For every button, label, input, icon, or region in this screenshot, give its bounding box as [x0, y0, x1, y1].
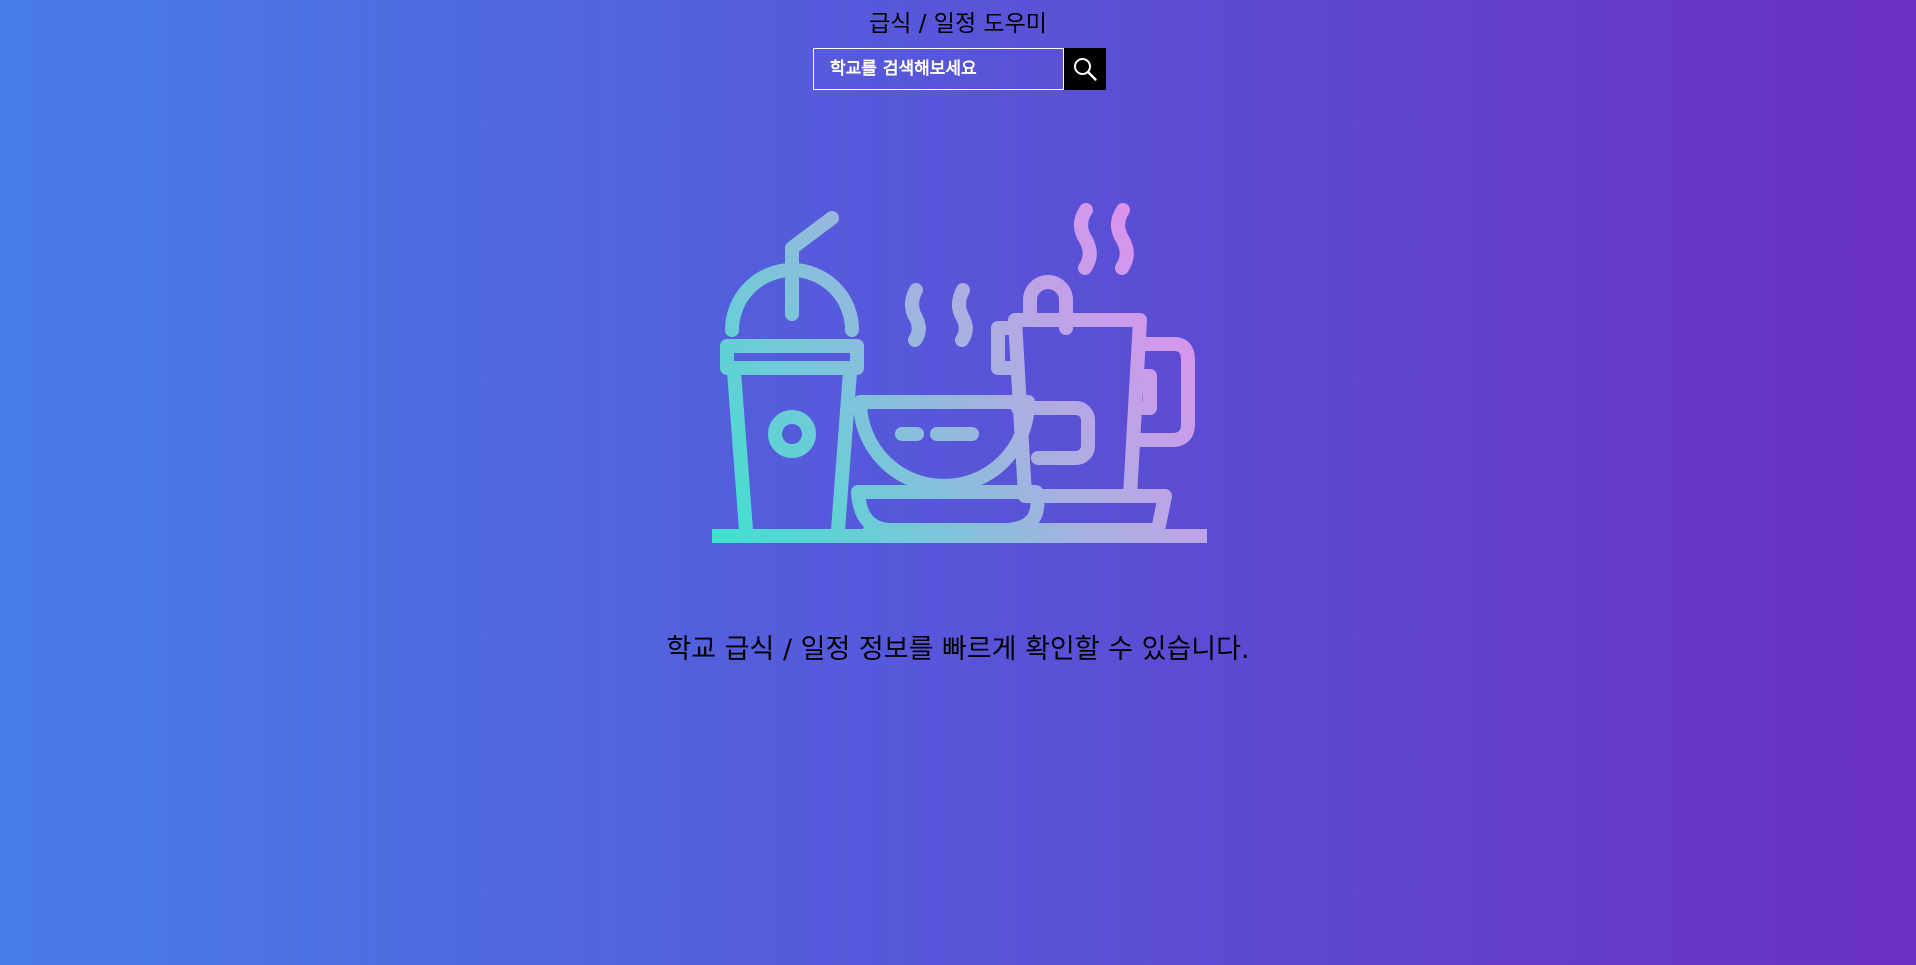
- food-and-drinks-illustration: [710, 200, 1210, 550]
- app-title: 급식 / 일정 도우미: [869, 11, 1047, 37]
- school-search-input[interactable]: [813, 48, 1064, 90]
- service-description: 학교 급식 / 일정 정보를 빠르게 확인할 수 있습니다.: [666, 634, 1250, 665]
- search-button[interactable]: [1064, 48, 1106, 90]
- food-and-drinks-icon: [712, 203, 1207, 543]
- school-search-bar: [813, 48, 1106, 90]
- search-icon: [1072, 56, 1098, 82]
